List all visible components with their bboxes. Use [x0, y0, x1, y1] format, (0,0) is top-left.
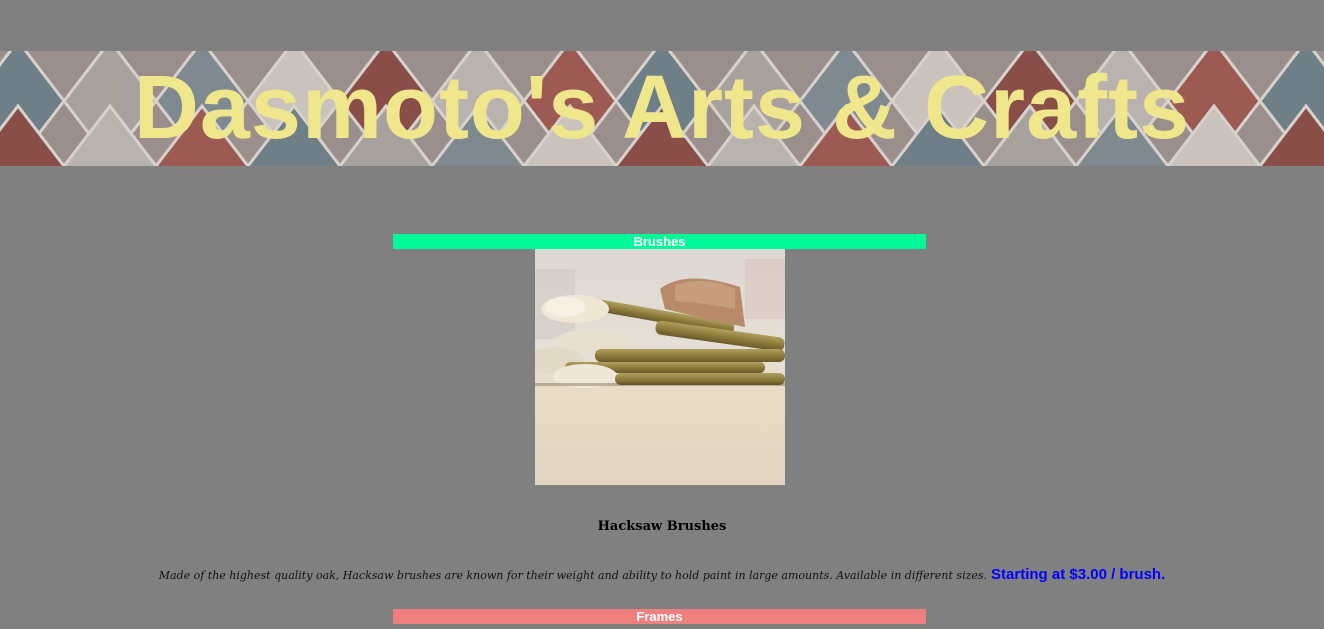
- section-heading-frames: Frames: [393, 609, 926, 624]
- frames-image: [535, 624, 785, 629]
- product-price: Starting at $3.00 / brush.: [991, 566, 1166, 583]
- header-banner: Dasmoto's Arts & Crafts: [0, 51, 1324, 166]
- product-description: Made of the highest quality oak, Hacksaw…: [0, 566, 1324, 583]
- section-heading-brushes: Brushes: [393, 234, 926, 249]
- brushes-image: [535, 249, 785, 485]
- site-title: Dasmoto's Arts & Crafts: [133, 58, 1191, 158]
- product-name: Hacksaw Brushes: [597, 519, 727, 534]
- product-description-text: Made of the highest quality oak, Hacksaw…: [158, 569, 988, 582]
